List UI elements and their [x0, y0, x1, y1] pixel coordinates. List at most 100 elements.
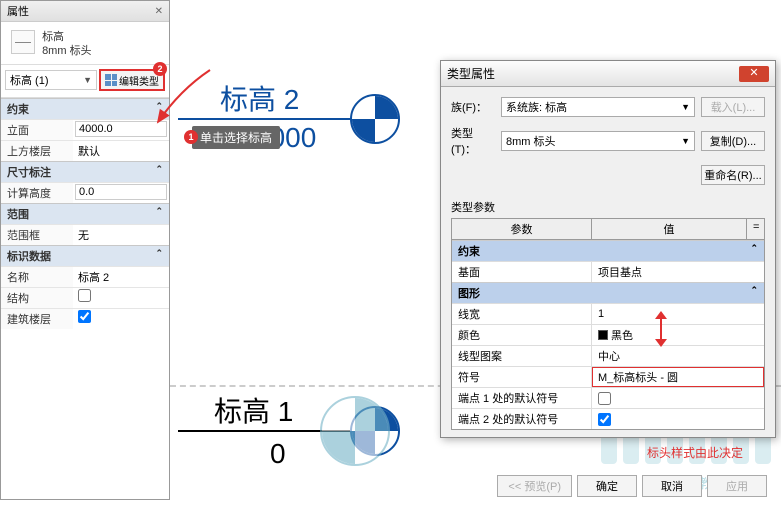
param-key: 端点 1 处的默认符号: [452, 388, 592, 408]
section-label: 图形: [458, 285, 480, 301]
param-key: 颜色: [452, 325, 592, 345]
load-button: 载入(L)...: [701, 97, 765, 117]
apply-button[interactable]: 应用: [707, 475, 767, 497]
properties-panel: 属性 ✕ 标高 8mm 标头 标高 (1) ▼ 编辑类型 2 约束⌃ 立面 上方…: [0, 0, 170, 500]
end1-checkbox[interactable]: [598, 392, 611, 405]
prop-key: 结构: [1, 288, 73, 308]
prop-row: 立面: [1, 119, 169, 140]
instance-dropdown[interactable]: 标高 (1) ▼: [5, 70, 97, 90]
prop-row: 结构: [1, 287, 169, 308]
ok-button[interactable]: 确定: [577, 475, 637, 497]
instance-row: 标高 (1) ▼ 编辑类型 2: [1, 65, 169, 98]
param-key: 端点 2 处的默认符号: [452, 409, 592, 429]
rename-button[interactable]: 重命名(R)...: [701, 165, 765, 185]
section-identity[interactable]: 标识数据 ⌃: [1, 245, 169, 266]
dialog-title: 类型属性: [447, 65, 495, 82]
level2-line[interactable]: [178, 118, 353, 120]
dialog-close-button[interactable]: ✕: [739, 66, 769, 82]
section-label: 范围: [7, 206, 29, 222]
annotation-arrow-down-icon: [651, 311, 671, 347]
type-dropdown[interactable]: 8mm 标头 ▼: [501, 131, 695, 151]
section-graphics[interactable]: 图形 ⌃: [452, 282, 764, 303]
callout-badge-1: 1: [184, 130, 198, 144]
end2-checkbox[interactable]: [598, 413, 611, 426]
section-label: 标识数据: [7, 248, 51, 264]
prop-key: 名称: [1, 267, 73, 287]
collapse-icon: ⌃: [750, 285, 758, 301]
section-label: 尺寸标注: [7, 164, 51, 180]
type-label: 类型(T)：: [451, 125, 495, 157]
edit-type-button[interactable]: 编辑类型 2: [99, 69, 165, 91]
chevron-down-icon: ▼: [83, 75, 92, 85]
param-key: 线型图案: [452, 346, 592, 366]
annotation-note: 标头样式由此决定: [451, 430, 765, 461]
type-params: 类型参数 参数 值 = 约束⌃ 基面项目基点 图形⌃ 线宽1 颜色黑色 线型图案…: [451, 199, 765, 430]
param-val[interactable]: 项目基点: [592, 262, 764, 282]
level1-symbol-ghost-icon: [320, 396, 390, 466]
section-dimensions[interactable]: 尺寸标注⌃: [1, 161, 169, 182]
type-name: 标高: [42, 31, 64, 43]
preview-button[interactable]: << 预览(P): [497, 475, 572, 497]
prop-key: 上方楼层: [1, 141, 73, 161]
collapse-icon: ⌃: [750, 243, 758, 259]
prop-key: 计算高度: [1, 183, 73, 203]
table-row: 基面项目基点: [452, 261, 764, 282]
section-label: 约束: [7, 101, 29, 117]
type-row: 类型(T)： 8mm 标头 ▼ 复制(D)...: [451, 125, 765, 157]
type-info: 标高 8mm 标头: [42, 30, 92, 58]
param-val[interactable]: M_标高标头 - 圆: [592, 367, 764, 387]
prop-val[interactable]: 无: [75, 226, 167, 244]
section-extents[interactable]: 范围 ⌃: [1, 203, 169, 224]
edit-type-label: 编辑类型: [119, 73, 159, 88]
param-val[interactable]: [592, 409, 764, 429]
panel-close-icon[interactable]: ✕: [155, 6, 163, 17]
prop-key: 立面: [1, 120, 73, 140]
type-thumbnail-icon: [11, 30, 35, 54]
prop-row: 名称标高 2: [1, 266, 169, 287]
tooltip-text: 单击选择标高: [200, 131, 272, 145]
type-params-table: 参数 值 = 约束⌃ 基面项目基点 图形⌃ 线宽1 颜色黑色 线型图案中心 符号…: [451, 218, 765, 430]
collapse-icon: ⌃: [155, 248, 163, 264]
tooltip: 单击选择标高: [192, 126, 280, 149]
duplicate-button[interactable]: 复制(D)...: [701, 131, 765, 151]
cancel-button[interactable]: 取消: [642, 475, 702, 497]
type-sub: 8mm 标头: [42, 45, 92, 57]
building-story-checkbox[interactable]: [78, 310, 91, 323]
section-constraints[interactable]: 约束⌃: [452, 240, 764, 261]
col-eq: =: [746, 219, 764, 239]
table-row: 端点 1 处的默认符号: [452, 387, 764, 408]
family-label: 族(F)：: [451, 99, 495, 115]
type-value: 8mm 标头: [506, 133, 556, 149]
elevation-input[interactable]: [75, 121, 167, 137]
prop-key: 建筑楼层: [1, 309, 73, 329]
dialog-footer: << 预览(P) 确定 取消 应用: [441, 467, 775, 505]
col-value: 值: [592, 219, 746, 239]
color-text: 黑色: [611, 327, 633, 343]
param-val[interactable]: 中心: [592, 346, 764, 366]
prop-val[interactable]: 标高 2: [75, 268, 167, 286]
level1-value: 0: [270, 438, 286, 470]
compute-height-input[interactable]: [75, 184, 167, 200]
chevron-down-icon: ▼: [681, 136, 690, 146]
rename-row: 重命名(R)...: [451, 165, 765, 185]
collapse-icon: ⌃: [155, 101, 163, 117]
structural-checkbox[interactable]: [78, 289, 91, 302]
prop-key: 范围框: [1, 225, 73, 245]
level2-symbol-icon[interactable]: [350, 94, 400, 144]
color-swatch-icon: [598, 330, 608, 340]
section-constraints[interactable]: 约束 ⌃: [1, 98, 169, 119]
param-key: 符号: [452, 367, 592, 387]
param-val[interactable]: 黑色: [592, 325, 764, 345]
param-val[interactable]: [592, 388, 764, 408]
callout-badge-2: 2: [153, 62, 167, 76]
family-dropdown[interactable]: 系统族: 标高▼: [501, 97, 695, 117]
prop-val[interactable]: 默认: [75, 142, 167, 160]
type-properties-dialog: 类型属性 ✕ 族(F)： 系统族: 标高▼ 载入(L)... 类型(T)： 8m…: [440, 60, 776, 438]
table-row: 线宽1: [452, 303, 764, 324]
type-selector[interactable]: 标高 8mm 标头: [1, 22, 169, 65]
collapse-icon: ⌃: [155, 206, 163, 222]
chevron-down-icon: ▼: [681, 102, 690, 112]
table-row: 端点 2 处的默认符号: [452, 408, 764, 429]
dialog-titlebar[interactable]: 类型属性 ✕: [441, 61, 775, 87]
param-val[interactable]: 1: [592, 304, 764, 324]
